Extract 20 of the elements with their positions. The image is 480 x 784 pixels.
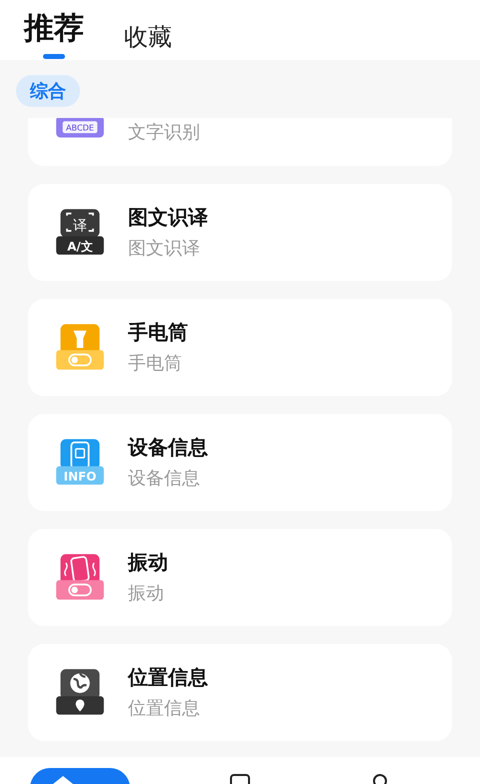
tool-subtitle: 文字识别 bbox=[128, 121, 200, 144]
filter-chip[interactable]: 综合 bbox=[16, 75, 80, 107]
tool-subtitle: 图文识译 bbox=[128, 236, 201, 260]
tool-card[interactable]: ABCDE 文字识别 bbox=[28, 118, 452, 166]
tool-card[interactable]: 位置信息 位置信息 bbox=[28, 644, 452, 741]
tool-subtitle: 设备信息 bbox=[128, 466, 201, 490]
tool-subtitle: 手电筒 bbox=[128, 352, 183, 374]
tool-title: 设备信息 bbox=[128, 436, 208, 461]
tool-card[interactable]: 译 A/文 图文识译 图文识译 bbox=[28, 184, 452, 281]
tool-subtitle: 位置信息 bbox=[128, 696, 201, 720]
tool-card[interactable]: INFO 设备信息 设备信息 bbox=[28, 414, 452, 511]
tool-title: 图文识译 bbox=[128, 206, 208, 231]
tool-title: 振动 bbox=[128, 550, 168, 576]
tool-card[interactable]: 手电筒 手电筒 bbox=[28, 299, 452, 396]
tab[interactable]: 收藏 bbox=[124, 26, 172, 60]
tool-card[interactable]: 振动 振动 bbox=[28, 529, 452, 626]
tool-title: 手电筒 bbox=[128, 320, 188, 346]
tool-subtitle: 振动 bbox=[128, 582, 165, 604]
tab[interactable]: 推荐 bbox=[24, 14, 84, 60]
tool-title: 位置信息 bbox=[128, 666, 208, 691]
